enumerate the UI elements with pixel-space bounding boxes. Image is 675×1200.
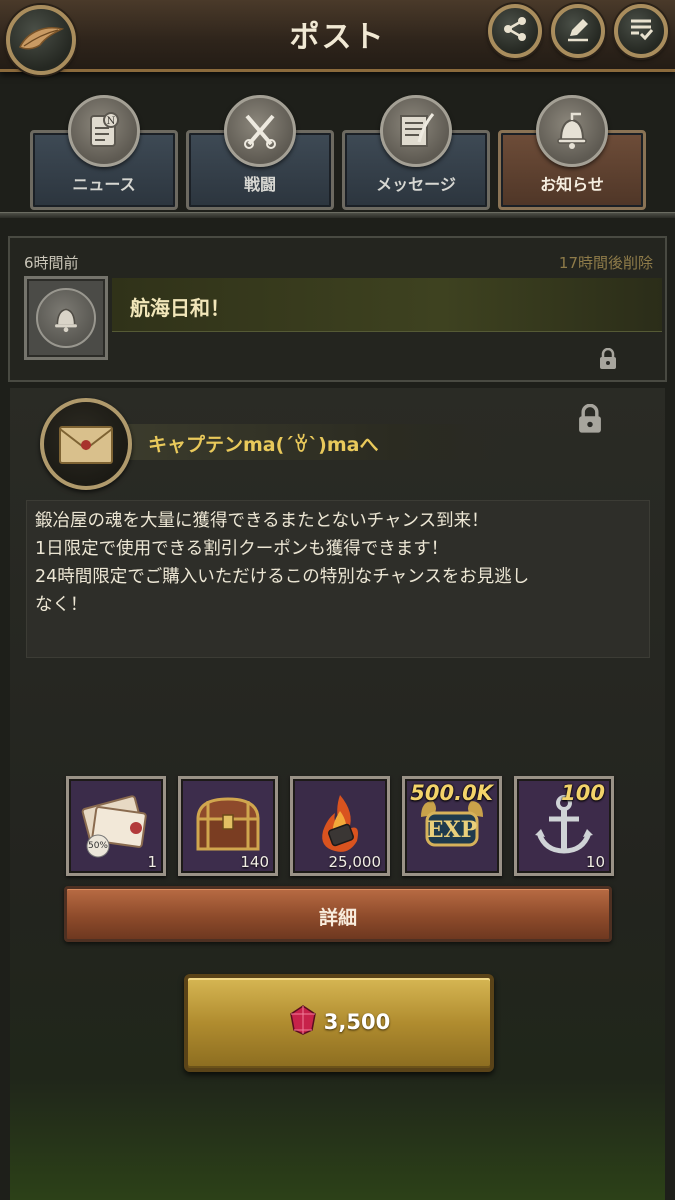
lock-icon — [576, 403, 604, 434]
letter-quill-icon — [380, 95, 452, 167]
write-button[interactable] — [551, 4, 605, 58]
blacksmith-soul-icon — [305, 789, 375, 863]
item-count: 140 — [240, 853, 269, 871]
recipient-name: キャプテンma(´ꈊ`)maへ — [148, 434, 379, 456]
bulk-action-button[interactable] — [614, 4, 668, 58]
discount-coupon-icon: 50% — [76, 784, 156, 868]
notice-title-bar: 航海日和！ — [112, 278, 662, 332]
purchase-price: 3,500 — [323, 1010, 391, 1034]
tab-bar: N ニュース 戦闘 メッセージ お知らせ — [0, 88, 675, 216]
crossed-swords-icon — [224, 95, 296, 167]
tab-label: お知らせ — [540, 175, 604, 194]
reward-item-anchor[interactable]: 100 10 — [514, 776, 614, 876]
lock-icon — [598, 347, 618, 370]
ruby-gem-icon — [288, 1004, 318, 1040]
item-count: 25,000 — [328, 853, 382, 871]
message-line: なく！ — [35, 595, 88, 615]
bell-icon — [36, 288, 96, 348]
tab-battle[interactable]: 戦闘 — [186, 95, 334, 210]
tab-label: 戦闘 — [243, 175, 276, 194]
reward-item-soul[interactable]: 25,000 — [290, 776, 390, 876]
tab-label: メッセージ — [376, 175, 456, 194]
item-badge: 500.0K — [410, 781, 493, 805]
scroll-icon: N — [68, 95, 140, 167]
header-bar: ポスト — [0, 0, 675, 75]
coupon-label: 50% — [88, 841, 108, 851]
message-line: 24時間限定でご購入いただけるこの特別なチャンスをお見逃し — [35, 567, 530, 587]
tab-announcements[interactable]: お知らせ — [498, 95, 646, 210]
message-body: 鍛冶屋の魂を大量に獲得できるまたとないチャンス到来！ 1日限定で使用できる割引ク… — [26, 500, 650, 658]
tab-messages[interactable]: メッセージ — [342, 95, 490, 210]
message-line: 1日限定で使用できる割引クーポンも獲得できます！ — [35, 539, 449, 559]
share-icon — [501, 15, 529, 47]
reward-items: 50% 1 140 25,000 EXP 500.0K 100 10 — [66, 776, 626, 876]
purchase-button[interactable]: 3,500 — [184, 974, 494, 1072]
message-line: 鍛冶屋の魂を大量に獲得できるまたとないチャンス到来！ — [35, 511, 489, 531]
list-check-icon — [627, 15, 655, 47]
item-badge: 100 — [561, 781, 605, 805]
reward-item-exp[interactable]: EXP 500.0K — [402, 776, 502, 876]
pencil-icon — [564, 15, 592, 47]
tab-label: ニュース — [72, 175, 136, 194]
tab-news[interactable]: N ニュース — [30, 95, 178, 210]
exp-label: EXP — [427, 817, 477, 843]
item-count: 10 — [585, 853, 605, 871]
notice-time: 6時間前 — [24, 254, 79, 272]
details-button[interactable]: 詳細 — [64, 886, 612, 942]
notice-title: 航海日和！ — [130, 296, 230, 320]
item-count: 1 — [147, 853, 157, 871]
notice-expiry: 17時間後削除 — [558, 254, 653, 272]
tab-divider — [0, 212, 675, 218]
details-button-label: 詳細 — [318, 907, 357, 929]
reward-item-chest[interactable]: 140 — [178, 776, 278, 876]
notice-thumbnail — [24, 276, 108, 360]
bell-icon — [536, 95, 608, 167]
svg-text:N: N — [107, 116, 116, 127]
message-panel: キャプテンma(´ꈊ`)maへ 鍛冶屋の魂を大量に獲得できるまたとないチャンス到… — [10, 388, 665, 1200]
recipient-bar: キャプテンma(´ꈊ`)maへ — [128, 424, 508, 460]
reward-item-coupon[interactable]: 50% 1 — [66, 776, 166, 876]
treasure-chest-icon — [190, 789, 266, 863]
notice-card[interactable]: 6時間前 17時間後削除 航海日和！ — [8, 236, 667, 382]
envelope-icon — [40, 398, 132, 490]
share-button[interactable] — [488, 4, 542, 58]
